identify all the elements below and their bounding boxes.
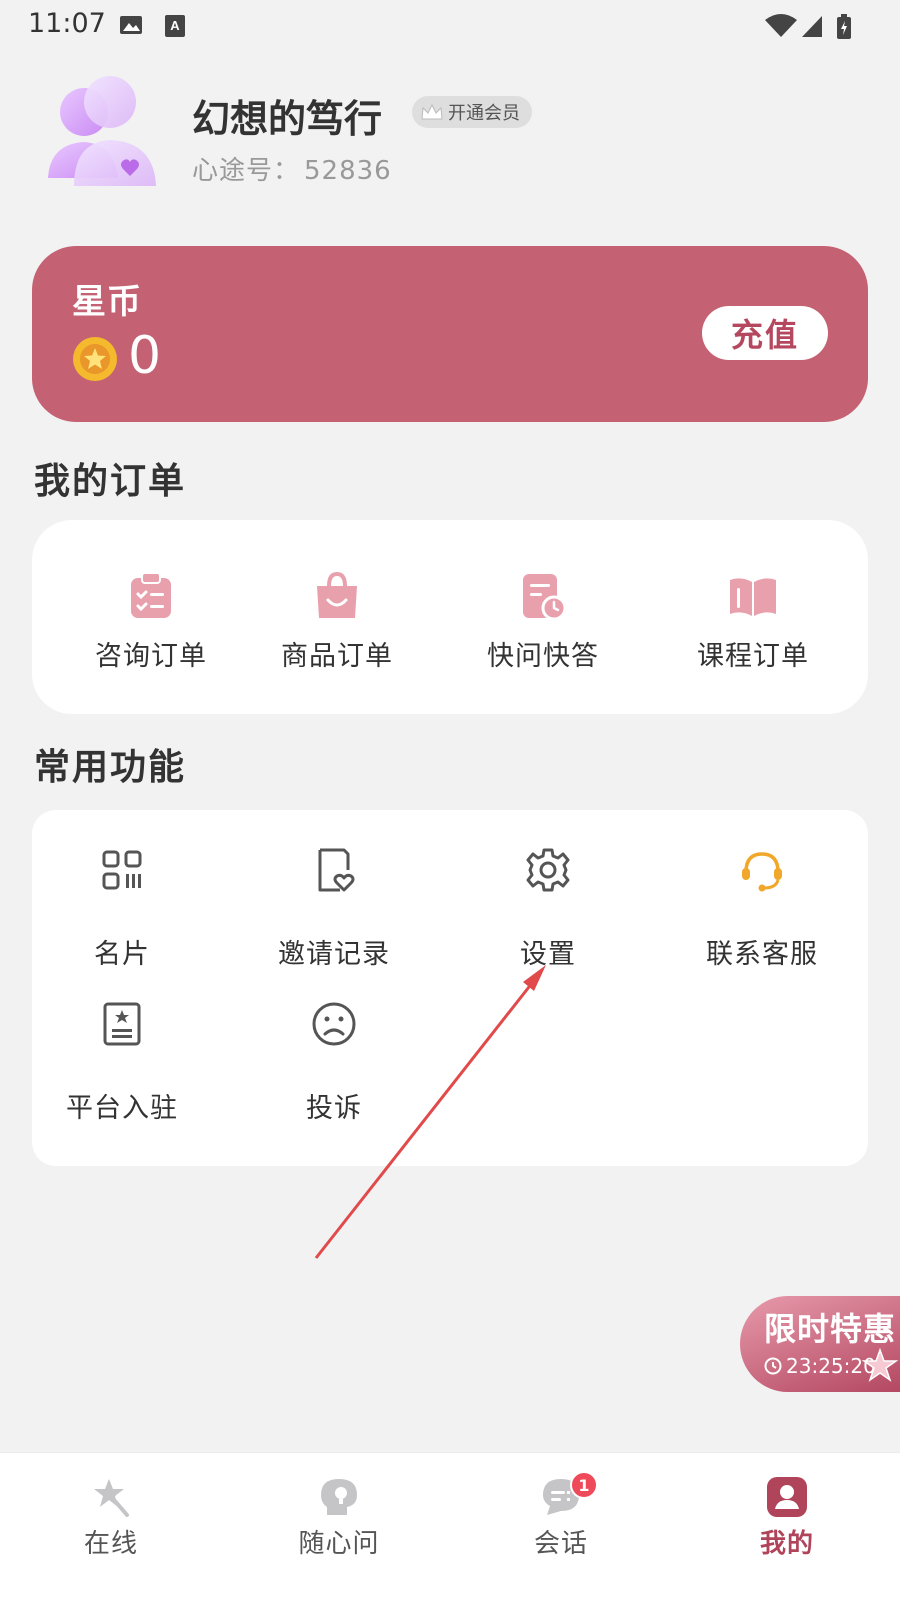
func-business-card-label: 名片 [94,939,150,970]
coin-title: 星币 [72,282,142,322]
sad-face-icon [312,1002,356,1046]
coin-balance: 0 [128,326,162,386]
recharge-button[interactable]: 充值 [702,306,828,360]
func-complaint-label: 投诉 [306,1093,362,1124]
functions-section-title: 常用功能 [34,747,187,788]
headset-icon [742,852,782,892]
user-id-label: 心途号： [192,156,301,186]
func-settings[interactable]: 设置 [468,846,628,971]
tab-mine-label: 我的 [759,1529,814,1559]
tab-online-label: 在线 [83,1529,138,1559]
open-book-icon [730,578,776,616]
vip-badge[interactable]: 开通会员 [412,96,532,128]
coin-icon [73,337,117,381]
promo-title: 限时特惠 [764,1310,897,1348]
document-heart-icon [318,848,355,892]
coin-card: 星币 0 充值 [32,246,868,422]
bottom-tab-bar: 在线 随心问 会话 1 我的 [0,1452,900,1600]
order-course[interactable]: 课程订单 [678,570,828,673]
text-notification-icon: A [165,15,185,37]
limited-offer-banner[interactable]: 限时特惠 23:25:20 [740,1296,900,1392]
order-quick-qa[interactable]: 快问快答 [468,570,618,673]
order-consult[interactable]: 咨询订单 [76,570,226,673]
order-course-label: 课程订单 [697,641,809,672]
func-settings-label: 设置 [520,939,576,970]
func-customer-service[interactable]: 联系客服 [682,846,842,971]
order-quick-qa-label: 快问快答 [487,641,599,672]
wifi-icon [765,14,797,37]
shopping-bag-icon [317,571,357,618]
svg-text:A: A [170,18,180,33]
user-profile-icon [767,1477,807,1517]
tab-ask[interactable]: 随心问 [274,1475,404,1560]
tab-mine[interactable]: 我的 [722,1475,852,1560]
func-platform-join-label: 平台入驻 [66,1093,178,1124]
star-wand-icon [94,1479,129,1517]
clipboard-check-icon [131,572,171,618]
orders-section-title: 我的订单 [34,461,187,502]
nickname: 幻想的笃行 [192,97,383,141]
document-clock-icon [523,574,567,621]
order-goods-label: 商品订单 [281,641,393,672]
clock-icon [764,1357,782,1375]
tab-online[interactable]: 在线 [46,1475,176,1560]
func-invite-records[interactable]: 邀请记录 [254,846,414,971]
user-id-value: 52836 [304,156,392,186]
tab-chat-label: 会话 [533,1529,588,1559]
tab-ask-label: 随心问 [298,1529,380,1559]
vip-label: 开通会员 [448,103,520,124]
func-complaint[interactable]: 投诉 [254,1000,414,1125]
func-business-card[interactable]: 名片 [42,846,202,971]
func-invite-records-label: 邀请记录 [278,939,390,970]
functions-panel: 名片 邀请记录 设置 联系客服 平台入驻 投诉 [32,810,868,1166]
qr-code-icon [102,850,142,890]
signal-icon [802,16,822,37]
tab-chat[interactable]: 会话 [496,1475,626,1560]
order-consult-label: 咨询订单 [95,641,207,672]
chat-unread-badge: 1 [570,1471,598,1499]
func-customer-service-label: 联系客服 [706,939,818,970]
battery-icon [837,14,851,39]
lightbulb-head-icon [321,1479,357,1515]
status-time: 11:07 [28,8,106,39]
status-bar: 11:07 A [0,0,900,50]
user-id: 心途号： 52836 [192,150,392,187]
avatar[interactable] [44,72,162,198]
orders-panel: 咨询订单 商品订单 快问快答 课程订单 [32,520,868,714]
order-goods[interactable]: 商品订单 [262,570,412,673]
star-icon [861,1347,899,1382]
id-card-star-icon [103,1002,141,1046]
crown-icon [421,103,443,120]
gear-icon [526,848,570,892]
image-notification-icon [120,16,142,34]
func-platform-join[interactable]: 平台入驻 [42,1000,202,1125]
